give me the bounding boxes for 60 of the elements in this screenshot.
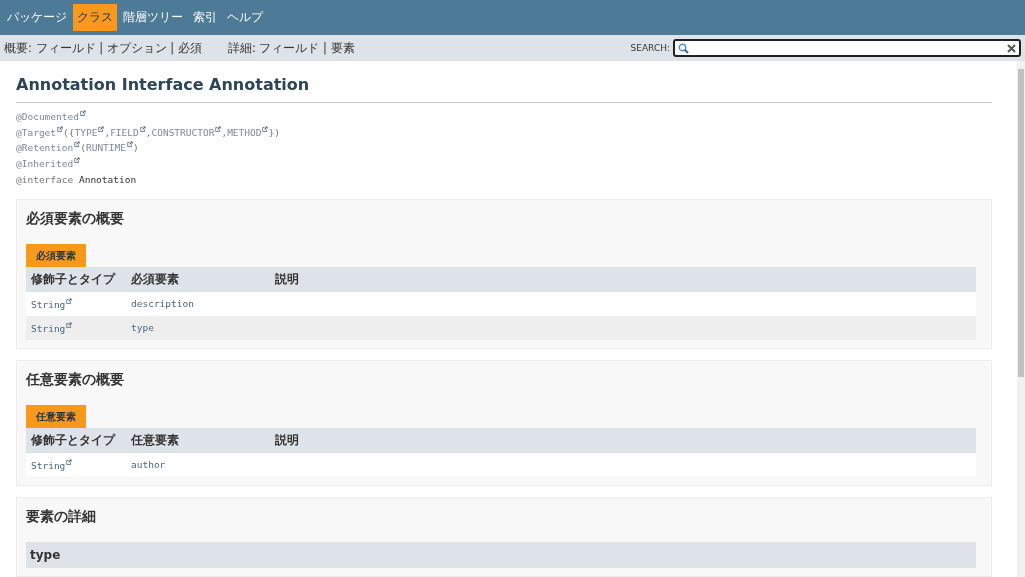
code-text: ): [133, 142, 139, 154]
external-link-icon: [74, 141, 81, 148]
code-text: @interface: [16, 173, 74, 185]
table-caption: 任意要素: [26, 404, 86, 428]
search-label: SEARCH:: [630, 43, 670, 53]
code-text: ,: [145, 126, 152, 138]
summary-links: 概要: フィールド | オプション | 必須: [4, 40, 202, 56]
nav-tab[interactable]: ヘルプ: [223, 4, 267, 31]
column-header: 修飾子とタイプ: [26, 427, 126, 453]
nav-tab[interactable]: パッケージ: [3, 4, 71, 31]
member-heading: type: [26, 542, 976, 568]
page-title: Annotation Interface Annotation: [16, 75, 992, 103]
search-icon: [678, 42, 689, 54]
table-caption: 必須要素: [26, 243, 86, 267]
annotation-link[interactable]: FIELD: [110, 126, 139, 138]
code-text: ({: [63, 126, 75, 138]
external-link-icon: [57, 125, 64, 132]
external-link-icon: [139, 125, 146, 132]
section-heading: 任意要素の概要: [26, 370, 125, 389]
annotation-link[interactable]: TYPE: [74, 126, 98, 138]
section-heading: 必須要素の概要: [26, 209, 125, 228]
external-link-icon: [74, 156, 81, 163]
close-icon[interactable]: [1007, 43, 1016, 53]
annotation-link[interactable]: @Retention: [16, 142, 74, 154]
code-text: ,: [221, 126, 228, 138]
annotation-link[interactable]: @Target: [16, 126, 57, 138]
code-text: (: [80, 142, 86, 154]
column-header: 必須要素: [126, 266, 270, 292]
column-header: 修飾子とタイプ: [26, 266, 126, 292]
section-heading: 要素の詳細: [26, 508, 97, 526]
code-text: }): [268, 126, 280, 138]
external-link-icon: [215, 125, 222, 132]
annotation-link[interactable]: METHOD: [227, 126, 262, 138]
column-header: 任意要素: [126, 427, 270, 453]
external-link-icon: [127, 141, 133, 148]
external-link-icon: [98, 125, 105, 132]
nav-tab[interactable]: 階層ツリー: [119, 4, 187, 31]
column-header: 説明: [270, 427, 976, 453]
annotation-link[interactable]: RUNTIME: [85, 142, 126, 154]
external-link-icon: [262, 125, 269, 132]
detail-links: 詳細: フィールド | 要素: [227, 40, 355, 56]
element-link[interactable]: type: [131, 322, 154, 334]
code-text: ,: [104, 126, 111, 138]
annotation-link[interactable]: @Documented: [16, 111, 79, 122]
element-link[interactable]: author: [131, 459, 166, 471]
annotation-link[interactable]: CONSTRUCTOR: [151, 126, 215, 138]
class-link[interactable]: String: [31, 298, 66, 310]
scrollbar[interactable]: [1017, 61, 1025, 577]
external-link-icon: [66, 321, 73, 328]
nav-tab[interactable]: 索引: [189, 4, 221, 31]
external-link-icon: [79, 109, 86, 116]
class-link[interactable]: String: [31, 322, 66, 334]
external-link-icon: [66, 297, 73, 304]
external-link-icon: [66, 458, 73, 465]
interface-name: Annotation: [78, 173, 137, 185]
column-header: 説明: [270, 266, 976, 292]
nav-tab[interactable]: クラス: [73, 4, 117, 31]
class-link[interactable]: String: [31, 460, 66, 471]
search-field[interactable]: [673, 39, 1021, 57]
annotation-link[interactable]: @Inherited: [16, 158, 74, 170]
